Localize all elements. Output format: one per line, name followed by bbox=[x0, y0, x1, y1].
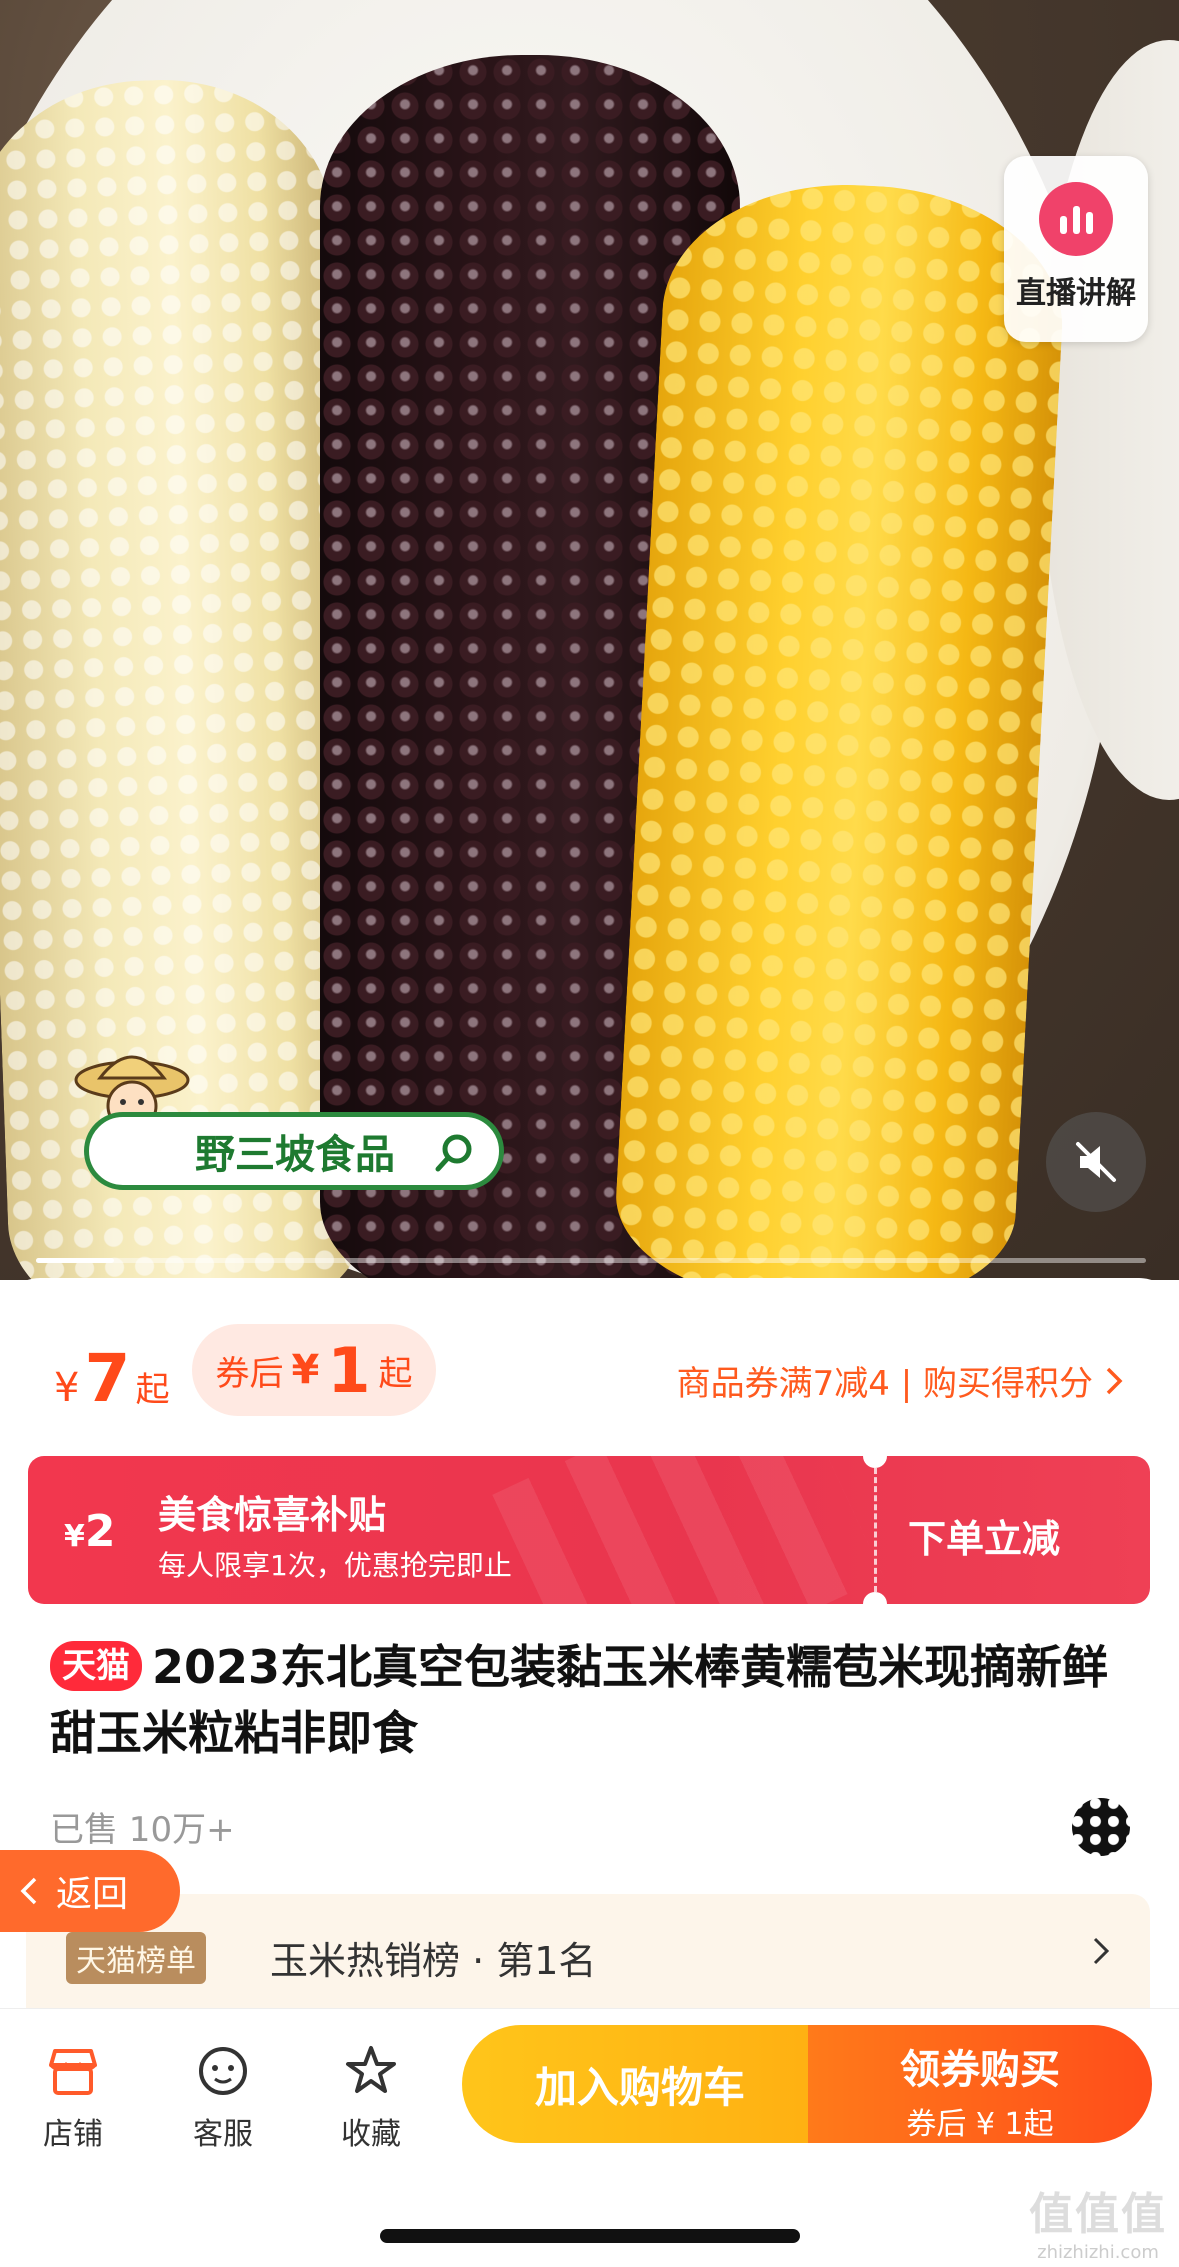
ticket-notch-bottom bbox=[863, 1592, 887, 1604]
brand-tag[interactable]: 野三坡食品 bbox=[84, 1112, 504, 1190]
price: ¥ 7 起 bbox=[54, 1340, 170, 1417]
coupon-price-value: 1 bbox=[327, 1333, 371, 1407]
subsidy-banner[interactable]: ¥2 美食惊喜补贴 每人限享1次，优惠抢完即止 下单立减 bbox=[28, 1456, 1150, 1604]
watermark-logo: 值值值 bbox=[1029, 2189, 1167, 2240]
price-value: 7 bbox=[84, 1340, 131, 1417]
coupon-price-pill: 券后 ¥ 1 起 bbox=[192, 1324, 436, 1416]
site-watermark: 值值值 zhizhizhi.com bbox=[1029, 2178, 1167, 2263]
tmall-rank-badge: 天猫榜单 bbox=[66, 1932, 206, 1984]
coupon-buy-subtitle: 券后 ¥ 1起 bbox=[906, 2107, 1054, 2142]
back-label: 返回 bbox=[56, 1874, 129, 1915]
store-icon bbox=[49, 2049, 97, 2095]
promo-link[interactable]: 商品券满7减4 | 购买得积分 bbox=[677, 1356, 1123, 1405]
star-icon bbox=[346, 2046, 396, 2093]
promo-text: 商品券满7减4 | 购买得积分 bbox=[676, 1364, 1093, 1404]
speaker-muted-icon bbox=[1076, 1142, 1116, 1182]
favorite-label: 收藏 bbox=[341, 2117, 401, 2152]
store-button[interactable]: 店铺 bbox=[18, 2039, 128, 2153]
chevron-right-icon bbox=[1106, 1367, 1123, 1394]
chevron-right-icon bbox=[1093, 1937, 1110, 1965]
product-info-panel: ¥ 7 起 券后 ¥ 1 起 商品券满7减4 | 购买得积分 ¥2 美食惊喜补贴… bbox=[0, 1278, 1179, 2010]
price-row: ¥ 7 起 券后 ¥ 1 起 商品券满7减4 | 购买得积分 bbox=[0, 1278, 1179, 1428]
subsidy-action[interactable]: 下单立减 bbox=[908, 1508, 1060, 1563]
product-title: 天猫 2023东北真空包装黏玉米棒黄糯苞米现摘新鲜甜玉米粒粘非即食 bbox=[50, 1634, 1140, 1766]
customer-service-icon bbox=[199, 2047, 247, 2095]
price-currency: ¥ bbox=[54, 1365, 80, 1411]
store-label: 店铺 bbox=[43, 2117, 103, 2152]
live-explain-label: 直播讲解 bbox=[1016, 276, 1136, 311]
carousel-progress-track bbox=[36, 1258, 1146, 1263]
live-explain-button[interactable]: 直播讲解 bbox=[1004, 156, 1148, 342]
ticket-divider bbox=[874, 1468, 877, 1592]
subsidy-decoration bbox=[492, 1456, 884, 1604]
subsidy-currency: ¥ bbox=[64, 1519, 85, 1554]
ticket-notch-top bbox=[863, 1456, 887, 1468]
search-icon bbox=[435, 1134, 472, 1172]
brand-name: 野三坡食品 bbox=[195, 1132, 395, 1178]
favorite-button[interactable]: 收藏 bbox=[316, 2039, 426, 2153]
tmall-badge: 天猫 bbox=[50, 1641, 142, 1691]
chevron-left-icon bbox=[20, 1877, 37, 1905]
yellow-corn bbox=[610, 175, 1070, 1280]
avatar[interactable] bbox=[1072, 1798, 1130, 1856]
subsidy-subtitle: 每人限享1次，优惠抢完即止 bbox=[158, 1549, 512, 1582]
coupon-price-label: 券后 bbox=[215, 1353, 284, 1394]
product-image-carousel[interactable]: 直播讲解 野三坡食品 bbox=[0, 0, 1179, 1280]
coupon-price-suffix: 起 bbox=[378, 1353, 413, 1394]
live-bars-icon bbox=[1039, 182, 1113, 256]
back-button[interactable]: 返回 bbox=[0, 1850, 180, 1932]
coupon-price-currency: ¥ bbox=[291, 1347, 320, 1393]
price-suffix: 起 bbox=[135, 1370, 170, 1410]
watermark-site: zhizhizhi.com bbox=[1037, 2242, 1159, 2263]
sold-count: 已售 10万+ bbox=[50, 1810, 235, 1850]
subsidy-title: 美食惊喜补贴 bbox=[158, 1493, 387, 1537]
coupon-buy-title: 领券购买 bbox=[900, 2047, 1060, 2093]
home-indicator[interactable] bbox=[380, 2229, 800, 2243]
rank-row[interactable]: 天猫榜单 玉米热销榜 · 第1名 bbox=[26, 1894, 1150, 2010]
subsidy-amount-value: 2 bbox=[84, 1506, 116, 1557]
add-to-cart-button[interactable]: 加入购物车 bbox=[462, 2025, 818, 2143]
service-button[interactable]: 客服 bbox=[168, 2039, 278, 2153]
rank-text: 玉米热销榜 · 第1名 bbox=[270, 1939, 597, 1983]
subsidy-amount: ¥2 bbox=[64, 1506, 116, 1557]
coupon-buy-button[interactable]: 领券购买 券后 ¥ 1起 bbox=[808, 2025, 1152, 2143]
service-label: 客服 bbox=[193, 2117, 253, 2152]
carousel-progress-fill bbox=[36, 1258, 114, 1263]
mute-button[interactable] bbox=[1046, 1112, 1146, 1212]
product-title-text: 2023东北真空包装黏玉米棒黄糯苞米现摘新鲜甜玉米粒粘非即食 bbox=[50, 1640, 1109, 1760]
